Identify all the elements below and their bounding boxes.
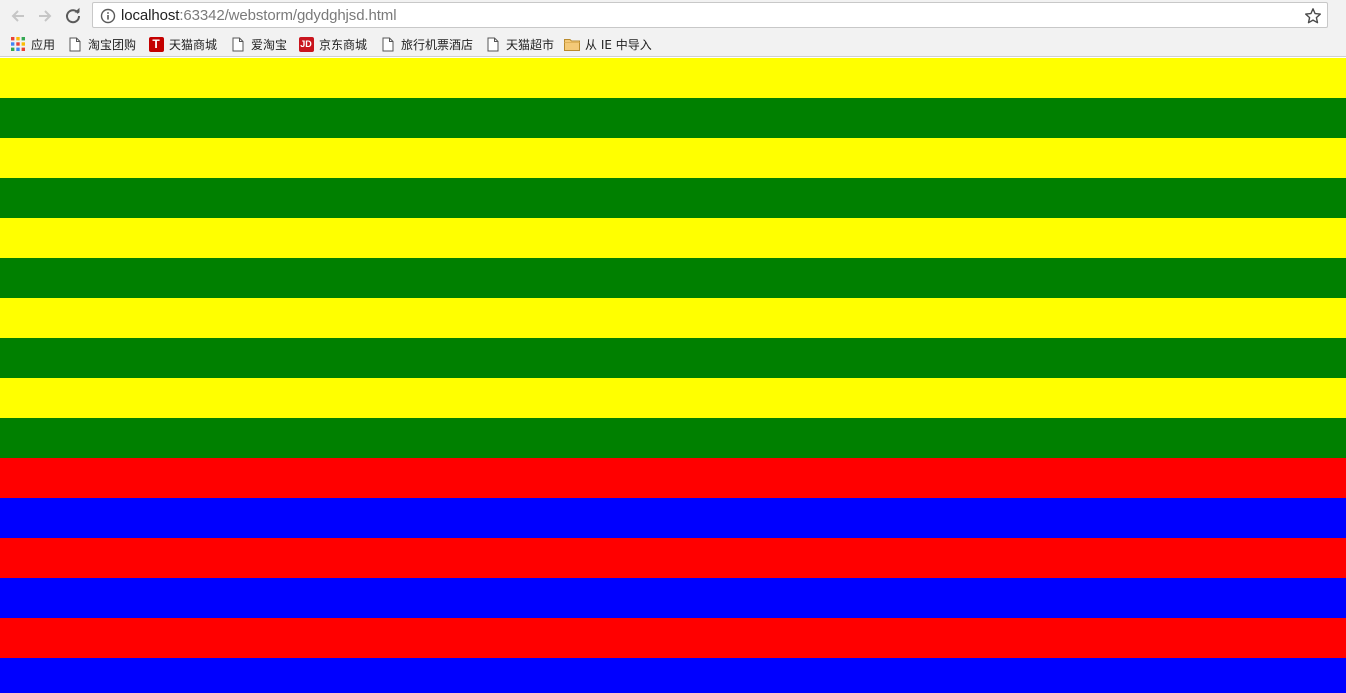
tmall-badge: T — [148, 36, 164, 52]
bookmark-label: 天猫商城 — [169, 37, 218, 52]
color-stripe — [0, 178, 1346, 218]
color-stripe — [0, 498, 1346, 538]
color-stripe — [0, 218, 1346, 258]
color-stripe — [0, 458, 1346, 498]
forward-button[interactable] — [33, 4, 57, 28]
color-stripe — [0, 298, 1346, 338]
browser-toolbar: localhost:63342/webstorm/gdydghjsd.html — [0, 0, 1346, 32]
bookmark-tmall[interactable]: T 天猫商城 — [148, 35, 217, 53]
color-stripe — [0, 58, 1346, 98]
bookmark-import-ie[interactable]: 从 IE 中导入 — [564, 35, 652, 53]
color-stripe — [0, 338, 1346, 378]
arrow-left-icon — [11, 10, 24, 22]
color-stripe — [0, 578, 1346, 618]
page-icon — [380, 36, 396, 52]
bookmark-taobao-group[interactable]: 淘宝团购 — [67, 35, 136, 53]
color-stripe — [0, 418, 1346, 458]
bookmark-jd[interactable]: JD 京东商城 — [298, 35, 367, 53]
reload-icon — [66, 7, 81, 24]
tmall-logo-icon: T — [148, 36, 164, 52]
page-icon — [485, 36, 501, 52]
color-stripe — [0, 618, 1346, 658]
bookmark-apps[interactable]: 应用 — [10, 35, 55, 53]
bookmark-label: 爱淘宝 — [251, 37, 288, 52]
bookmark-label: 旅行机票酒店 — [401, 37, 474, 52]
color-stripe — [0, 538, 1346, 578]
arrow-right-icon — [39, 10, 52, 22]
url-path: :63342/webstorm/gdydghjsd.html — [179, 7, 397, 24]
page-icon — [67, 36, 83, 52]
bookmark-star-icon[interactable] — [1304, 7, 1322, 25]
folder-icon — [564, 36, 580, 52]
color-stripe — [0, 378, 1346, 418]
info-icon[interactable] — [100, 8, 116, 24]
bookmark-label: 天猫超市 — [506, 37, 555, 52]
back-button[interactable] — [6, 4, 30, 28]
bookmarks-bar: 应用 淘宝团购 T 天猫商城 爱淘宝 JD 京东商城 旅行机票酒店 天猫超市 从… — [0, 32, 1346, 57]
bookmark-travel[interactable]: 旅行机票酒店 — [380, 35, 473, 53]
bookmark-tmall-supermarket[interactable]: 天猫超市 — [485, 35, 554, 53]
reload-button[interactable] — [61, 4, 85, 28]
apps-grid-icon — [10, 36, 26, 52]
jd-badge: JD — [298, 36, 314, 52]
browser-window: localhost:63342/webstorm/gdydghjsd.html — [0, 0, 1346, 693]
color-stripe — [0, 658, 1346, 693]
color-stripe — [0, 138, 1346, 178]
bookmark-label: 从 IE 中导入 — [585, 37, 652, 52]
url-host: localhost — [121, 7, 180, 24]
bookmark-ai-taobao[interactable]: 爱淘宝 — [230, 35, 287, 53]
bookmark-label: 京东商城 — [319, 37, 368, 52]
jd-logo-icon: JD — [298, 36, 314, 52]
color-stripe — [0, 98, 1346, 138]
page-content — [0, 58, 1346, 693]
color-stripe — [0, 258, 1346, 298]
address-bar[interactable]: localhost:63342/webstorm/gdydghjsd.html — [92, 2, 1328, 28]
page-icon — [230, 36, 246, 52]
bookmark-label: 淘宝团购 — [88, 37, 137, 52]
url-text[interactable]: localhost:63342/webstorm/gdydghjsd.html — [121, 7, 397, 25]
bookmark-label: 应用 — [31, 37, 56, 52]
